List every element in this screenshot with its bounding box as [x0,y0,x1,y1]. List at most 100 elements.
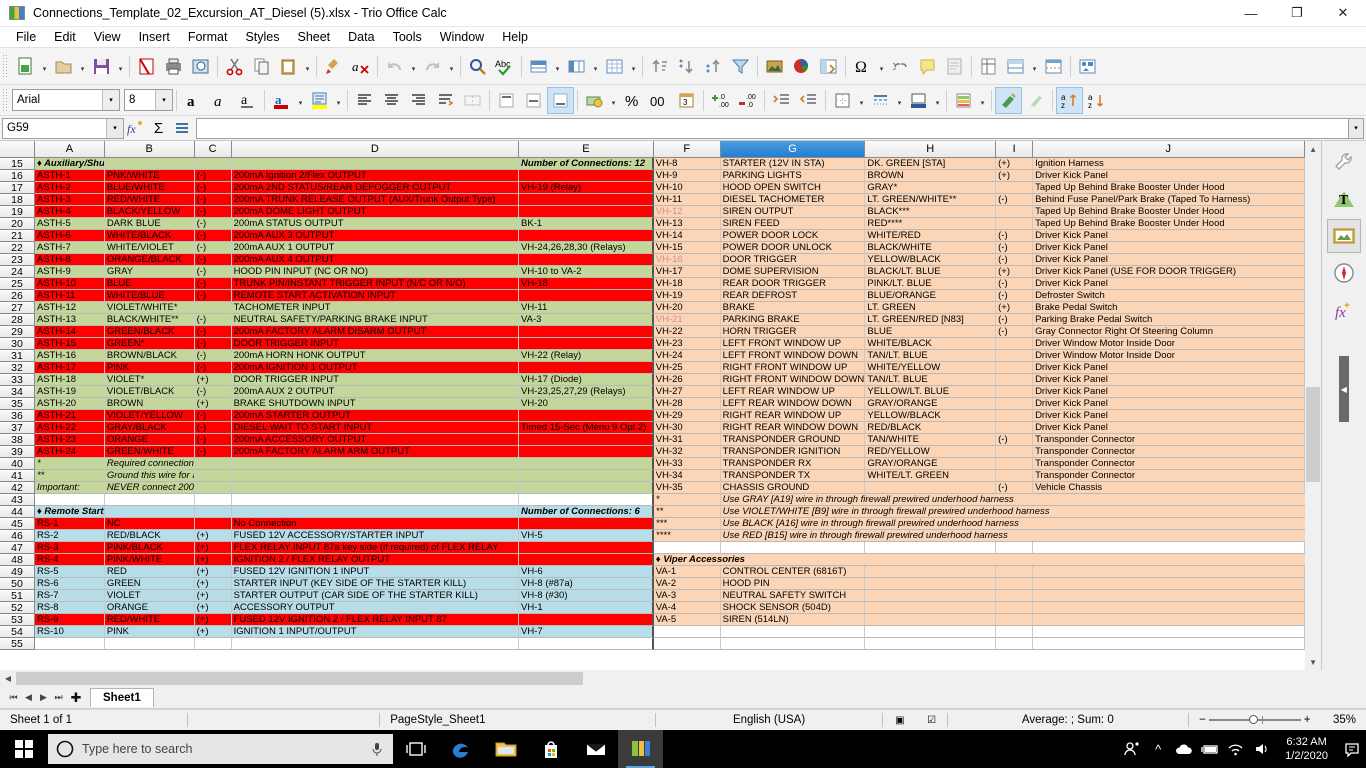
cell-I53[interactable] [996,614,1034,626]
cell-C47[interactable]: (+) [194,542,232,554]
cell-C17[interactable]: (-) [194,182,232,194]
font-name-input[interactable]: Arial ▾ [12,89,120,111]
cell-F41[interactable]: VH-34 [653,470,721,482]
cell-A15[interactable]: ♦ Auxiliary/Shutdown/Trigger Harness, 24… [34,158,105,170]
row-header[interactable]: 26 [0,290,35,302]
cell-J39[interactable]: Transponder Connector [1033,446,1305,458]
show-hidden-icons-icon[interactable]: ^ [1145,742,1171,757]
cell-H19[interactable]: BLACK*** [865,206,997,218]
cell-H24[interactable]: BLACK/LT. BLUE [865,266,997,278]
formula-input[interactable] [196,117,1349,139]
cell-J31[interactable]: Driver Window Motor Inside Door [1033,350,1305,362]
cell-I17[interactable] [996,182,1034,194]
cell-A55[interactable] [34,638,105,650]
row-header[interactable]: 17 [0,182,35,194]
cell-H39[interactable]: RED/YELLOW [865,446,997,458]
cell-A36[interactable]: ASTH-21 [34,410,105,422]
cell-F27[interactable]: VH-20 [653,302,721,314]
cell-F21[interactable]: VH-14 [653,230,721,242]
cell-C55[interactable] [194,638,232,650]
cell-E38[interactable] [519,434,654,446]
cell-C35[interactable]: (+) [194,398,232,410]
clear-formatting-icon[interactable]: a [347,53,374,80]
font-color-icon[interactable]: a [268,87,295,114]
cell-A37[interactable]: ASTH-22 [34,422,105,434]
cell-C53[interactable]: (+) [194,614,232,626]
cell-C38[interactable]: (-) [194,434,232,446]
cell-A51[interactable]: RS-7 [34,590,105,602]
undo-dropdown-icon[interactable]: ▾ [408,53,419,80]
wrap-text-icon[interactable] [432,87,459,114]
cell-E37[interactable]: Timed 15-Sec (Menu 9 Opt 2) [519,422,654,434]
name-box-dropdown-icon[interactable]: ▾ [106,118,123,138]
cell-G26[interactable]: REAR DEFROST [720,290,866,302]
row-header[interactable]: 54 [0,626,35,638]
insert-chart-icon[interactable] [788,53,815,80]
cell-A30[interactable]: ASTH-15 [34,338,105,350]
cell-H40[interactable]: GRAY/ORANGE [865,458,997,470]
cell-B27[interactable]: VIOLET/WHITE* [104,302,195,314]
conditional-formatting-icon[interactable] [950,87,977,114]
cell-F43[interactable]: * [653,494,721,506]
cell-A50[interactable]: RS-6 [34,578,105,590]
cell-B17[interactable]: BLUE/WHITE [104,182,195,194]
cell-A43[interactable] [34,494,105,506]
align-center-icon[interactable] [378,87,405,114]
column-icon[interactable] [563,53,590,80]
cell-H50[interactable] [865,578,997,590]
row-header[interactable]: 42 [0,482,35,494]
cell-E31[interactable]: VH-22 (Relay) [519,350,654,362]
cell-D41[interactable] [231,470,520,482]
paste-icon[interactable] [275,53,302,80]
cell-B46[interactable]: RED/BLACK [104,530,195,542]
cell-E34[interactable]: VH-23,25,27,29 (Relays) [519,386,654,398]
cell-E23[interactable] [519,254,654,266]
cell-G18[interactable]: DIESEL TACHOMETER [720,194,866,206]
cell-I30[interactable] [996,338,1034,350]
cell-G28[interactable]: PARKING BRAKE [720,314,866,326]
table-row[interactable]: 20 ASTH-5 DARK BLUE (-) 200mA STATUS OUTPUT B… [0,218,1305,230]
cell-J40[interactable]: Transponder Connector [1033,458,1305,470]
cell-C39[interactable]: (-) [194,446,232,458]
cell-G19[interactable]: SIREN OUTPUT [720,206,866,218]
conditional-formatting-dropdown-icon[interactable]: ▾ [977,87,988,114]
row-header[interactable]: 50 [0,578,35,590]
cell-I27[interactable]: (+) [996,302,1034,314]
cell-F26[interactable]: VH-19 [653,290,721,302]
cell-F54[interactable] [653,626,721,638]
table-row[interactable]: 42Important:NEVER connect 200mA low curr… [0,482,1305,494]
cell-I49[interactable] [996,566,1034,578]
status-page-style[interactable]: PageStyle_Sheet1 [380,710,655,731]
cell-H17[interactable]: GRAY* [865,182,997,194]
cell-B47[interactable]: PINK/BLACK [104,542,195,554]
cell-B26[interactable]: WHITE/BLUE [104,290,195,302]
border-style-icon[interactable] [867,87,894,114]
cut-icon[interactable] [221,53,248,80]
cell-H29[interactable]: BLUE [865,326,997,338]
font-color-dropdown-icon[interactable]: ▾ [295,87,306,114]
cell-A52[interactable]: RS-8 [34,602,105,614]
cell-E48[interactable] [519,554,654,566]
cell-B41[interactable]: Ground this wire for automatic transmiss… [104,470,195,482]
calc-icon[interactable] [618,730,663,768]
cell-D26[interactable]: REMOTE START ACTIVATION INPUT [231,290,520,302]
cell-C27[interactable] [194,302,232,314]
battery-icon[interactable] [1197,742,1223,756]
cell-H41[interactable]: WHITE/LT. GREEN [865,470,997,482]
cell-C50[interactable]: (+) [194,578,232,590]
cell-E28[interactable]: VA-3 [519,314,654,326]
cell-I33[interactable] [996,374,1034,386]
cell-D47[interactable]: FLEX RELAY INPUT 87a key side (if requir… [231,542,520,554]
microphone-icon[interactable] [369,741,385,757]
font-size-input[interactable]: 8 ▾ [124,89,173,111]
cell-A24[interactable]: ASTH-9 [34,266,105,278]
cell-I23[interactable]: (-) [996,254,1034,266]
cell-D29[interactable]: 200mA FACTORY ALARM DISARM OUTPUT [231,326,520,338]
row-header[interactable]: 20 [0,218,35,230]
cell-A45[interactable]: RS-1 [34,518,105,530]
cell-G25[interactable]: REAR DOOR TRIGGER [720,278,866,290]
cell-C23[interactable]: (-) [194,254,232,266]
table-row[interactable]: 35 ASTH-20 BROWN (+) BRAKE SHUTDOWN INPUT VH-… [0,398,1305,410]
table-row[interactable]: 53 RS-9 RED/WHITE (+) FUSED 12V IGNITION 2 /… [0,614,1305,626]
select-all-corner[interactable] [0,141,35,158]
